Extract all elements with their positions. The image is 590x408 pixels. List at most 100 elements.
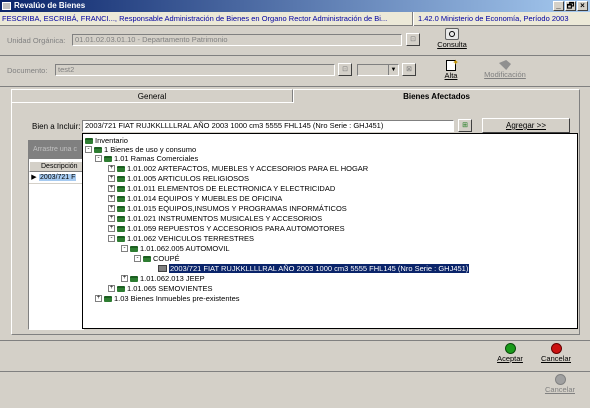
cancel-disabled-icon — [554, 374, 566, 385]
accept-icon — [504, 343, 516, 354]
tree-node[interactable]: -1.01 Ramas Comerciales — [95, 154, 198, 163]
cancelar-secondary-label: Cancelar — [544, 385, 575, 394]
expand-icon[interactable]: + — [108, 225, 115, 232]
tree-node[interactable]: +1.01.021 INSTRUMENTOS MUSICALES Y ACCES… — [108, 214, 322, 223]
bien-lookup-button[interactable]: ⊞ — [458, 119, 472, 132]
bien-field[interactable]: 2003/721 FIAT RUJKKLLLLRAL AÑO 2003 1000… — [82, 120, 454, 132]
tree-node[interactable]: -1.01.062.005 AUTOMOVIL — [121, 244, 230, 253]
consulta-label: Consulta — [437, 40, 467, 49]
documento-clear-button[interactable]: ⊠ — [402, 63, 416, 76]
cancelar-button[interactable]: Cancelar — [534, 343, 578, 369]
folder-icon — [130, 275, 138, 282]
tab-bienes-afectados[interactable]: Bienes Afectados — [293, 89, 580, 103]
grid-group-panel: Arrastre una c — [29, 141, 83, 159]
documento-lookup-button[interactable]: ⊡ — [338, 63, 352, 76]
folder-icon — [117, 185, 125, 192]
folder-icon — [117, 235, 125, 242]
folder-icon — [117, 215, 125, 222]
cancelar-secondary-button: Cancelar — [540, 374, 580, 400]
expand-icon[interactable]: + — [108, 205, 115, 212]
expand-icon[interactable]: + — [95, 295, 102, 302]
tree-node[interactable]: +1.01.014 EQUIPOS Y MUEBLES DE OFICINA — [108, 194, 282, 203]
new-document-icon: ✦ — [446, 58, 459, 71]
user-info: FESCRIBA, ESCRIBÁ, FRANCI..., Responsabl… — [2, 14, 388, 23]
folder-icon — [104, 295, 112, 302]
bien-label: Bien a Incluir: — [32, 122, 81, 131]
folder-icon — [117, 225, 125, 232]
expand-icon[interactable]: + — [108, 285, 115, 292]
agregar-button[interactable]: Agregar >> — [482, 118, 570, 133]
cancelar-label: Cancelar — [540, 354, 571, 363]
version-info: 1.42.0 Ministerio de Economía, Período 2… — [418, 14, 569, 23]
bottom-divider-2 — [0, 371, 590, 372]
aceptar-label: Aceptar — [497, 354, 523, 363]
tree-node[interactable]: +1.01.002 ARTEFACTOS, MUEBLES Y ACCESORI… — [108, 164, 368, 173]
folder-icon — [85, 137, 93, 144]
tree-node[interactable]: +1.01.059 REPUESTOS Y ACCESORIOS PARA AU… — [108, 224, 345, 233]
tree-node-root[interactable]: Inventario — [85, 136, 128, 145]
info-separator — [412, 12, 414, 26]
tree-node[interactable]: -1.01.062 VEHICULOS TERRESTRES — [108, 234, 254, 243]
expand-icon[interactable]: + — [121, 275, 128, 282]
tree-node[interactable]: +1.01.065 SEMOVIENTES — [108, 284, 212, 293]
folder-icon — [117, 285, 125, 292]
tree-node[interactable]: +1.01.015 EQUIPOS,INSUMOS Y PROGRAMAS IN… — [108, 204, 347, 213]
window-title: Revalúo de Bienes — [14, 1, 86, 10]
info-bar: FESCRIBA, ESCRIBÁ, FRANCI..., Responsabl… — [0, 12, 590, 26]
collapse-icon[interactable]: - — [85, 146, 92, 153]
window-titlebar: Revalúo de Bienes — [0, 0, 590, 12]
modificacion-button: Modificación — [478, 60, 532, 86]
unidad-field[interactable]: 01.01.02.03.01.10 - Departamento Patrimo… — [72, 34, 402, 46]
collapse-icon[interactable]: - — [95, 155, 102, 162]
bottom-divider — [0, 340, 590, 341]
documento-field[interactable]: test2 — [55, 64, 335, 76]
tree-node[interactable]: - COUPÉ — [134, 254, 180, 263]
cancel-icon — [550, 343, 562, 354]
tree-node-selected[interactable]: 2003/721 FIAT RUJKKLLLLRAL AÑO 2003 1000… — [158, 264, 470, 273]
row-indicator-icon: ▶ — [31, 174, 37, 181]
chevron-down-icon: ▼ — [388, 65, 398, 75]
folder-icon — [117, 195, 125, 202]
tree-node[interactable]: -1 Bienes de uso y consumo — [85, 145, 196, 154]
unidad-lookup-button[interactable]: ⊡ — [406, 33, 420, 46]
inventario-tree[interactable]: Inventario -1 Bienes de uso y consumo -1… — [82, 133, 578, 329]
expand-icon[interactable]: + — [108, 165, 115, 172]
aceptar-button[interactable]: Aceptar — [490, 343, 530, 369]
app-icon — [2, 2, 11, 10]
folder-icon — [117, 205, 125, 212]
tree-node[interactable]: +1.01.011 ELEMENTOS DE ELECTRONICA Y ELE… — [108, 184, 335, 193]
item-icon — [158, 265, 167, 272]
collapse-icon[interactable]: - — [134, 255, 141, 262]
consulta-button[interactable]: Consulta — [432, 28, 472, 54]
documento-type-select[interactable]: ▼ — [357, 64, 399, 76]
minimize-button[interactable]: _ — [553, 1, 564, 11]
folder-icon — [117, 165, 125, 172]
expand-icon[interactable]: + — [108, 175, 115, 182]
tree-node[interactable]: +1.03 Bienes Inmuebles pre-existentes — [95, 294, 240, 303]
tree-node[interactable]: +1.01.062.013 JEEP — [121, 274, 205, 283]
documento-label: Documento: — [7, 66, 48, 75]
grid-row-descripcion: 2003/721 F — [39, 174, 77, 181]
expand-icon[interactable]: + — [108, 195, 115, 202]
modificacion-label: Modificación — [484, 70, 526, 79]
close-button[interactable]: × — [577, 1, 588, 11]
expand-icon[interactable]: + — [108, 215, 115, 222]
edit-icon — [499, 60, 511, 70]
unidad-label: Unidad Orgánica: — [7, 36, 66, 45]
collapse-icon[interactable]: - — [121, 245, 128, 252]
grid-row[interactable]: ▶ 2003/721 F — [29, 173, 83, 184]
folder-icon — [143, 255, 151, 262]
folder-icon — [94, 146, 102, 153]
folder-icon — [104, 155, 112, 162]
alta-button[interactable]: ✦ Alta — [436, 58, 466, 86]
collapse-icon[interactable]: - — [108, 235, 115, 242]
tree-node[interactable]: +1.01.005 ARTICULOS RELIGIOSOS — [108, 174, 249, 183]
consulta-icon — [445, 28, 459, 40]
window-controls: _ 🗗 × — [553, 1, 588, 11]
tab-general[interactable]: General — [11, 89, 293, 103]
restore-button[interactable]: 🗗 — [565, 1, 576, 11]
alta-label: Alta — [444, 71, 458, 80]
expand-icon[interactable]: + — [108, 185, 115, 192]
grid-column-descripcion[interactable]: Descripción — [29, 161, 83, 172]
folder-icon — [130, 245, 138, 252]
